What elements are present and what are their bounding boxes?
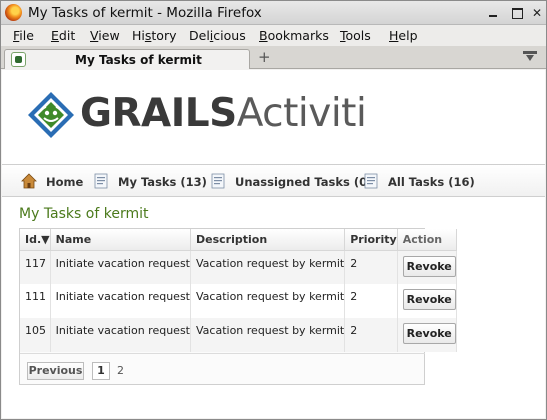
column-header-action: Action xyxy=(397,229,457,251)
table-header-row: Id.▼ Name Description Priority Action xyxy=(20,229,457,251)
tab-strip: My Tasks of kermit + xyxy=(1,47,546,69)
favicon-icon xyxy=(11,52,26,67)
tab-title: My Tasks of kermit xyxy=(75,53,202,67)
task-action-cell: Revoke xyxy=(397,318,457,352)
header-logo-area: GRAILSActiviti xyxy=(2,70,545,164)
task-description: Vacation request by kermit xyxy=(190,318,346,352)
task-id: 117 xyxy=(20,250,51,284)
column-header-name[interactable]: Name xyxy=(50,229,192,251)
minimize-icon[interactable] xyxy=(485,5,501,21)
new-tab-button[interactable]: + xyxy=(258,49,271,65)
task-description: Vacation request by kermit xyxy=(190,250,346,284)
task-action-cell: Revoke xyxy=(397,284,457,318)
page-title: My Tasks of kermit xyxy=(19,206,149,222)
tasks-table: Id.▼ Name Description Priority Action 11… xyxy=(20,229,457,352)
task-priority: 2 xyxy=(344,284,398,318)
column-header-id[interactable]: Id.▼ xyxy=(20,229,51,251)
menu-tools[interactable]: Tools xyxy=(340,28,371,43)
task-id: 111 xyxy=(20,284,51,318)
page-content: GRAILSActiviti Home My Tasks (13) Unassi… xyxy=(2,70,545,418)
column-header-priority[interactable]: Priority xyxy=(344,229,398,251)
task-name: Initiate vacation request xyxy=(50,284,192,318)
page-2-link[interactable]: 2 xyxy=(117,364,124,377)
tab-list-icon[interactable] xyxy=(523,51,537,63)
table-row: 117 Initiate vacation request Vacation r… xyxy=(20,250,457,284)
table-row: 105 Initiate vacation request Vacation r… xyxy=(20,318,457,352)
revoke-button[interactable]: Revoke xyxy=(402,323,456,344)
revoke-button[interactable]: Revoke xyxy=(402,289,456,310)
tasks-panel: Id.▼ Name Description Priority Action 11… xyxy=(19,228,457,385)
firefox-icon xyxy=(5,4,22,21)
task-id: 105 xyxy=(20,318,51,352)
menu-history[interactable]: History xyxy=(132,28,176,43)
task-action-cell: Revoke xyxy=(397,250,457,284)
menu-bookmarks[interactable]: Bookmarks xyxy=(259,28,329,43)
task-priority: 2 xyxy=(344,318,398,352)
menu-file[interactable]: File xyxy=(13,28,34,43)
browser-window: My Tasks of kermit - Mozilla Firefox ✕ F… xyxy=(0,0,547,420)
pagination: Previous 1 2 xyxy=(20,353,425,385)
revoke-button[interactable]: Revoke xyxy=(402,255,456,277)
app-logo-text: GRAILSActiviti xyxy=(80,91,367,136)
task-name: Initiate vacation request xyxy=(50,250,192,284)
previous-page-button[interactable]: Previous xyxy=(27,362,84,380)
menu-help[interactable]: Help xyxy=(389,28,418,43)
tab-my-tasks[interactable]: My Tasks of kermit xyxy=(4,49,250,69)
menu-bar: File Edit View History Delicious Bookmar… xyxy=(1,25,546,47)
maximize-icon[interactable] xyxy=(509,5,525,21)
task-list-icon xyxy=(364,173,378,189)
column-header-description[interactable]: Description xyxy=(190,229,346,251)
current-page-number: 1 xyxy=(92,362,110,380)
task-priority: 2 xyxy=(344,250,398,284)
task-name: Initiate vacation request xyxy=(50,318,192,352)
task-description: Vacation request by kermit xyxy=(190,284,346,318)
window-title: My Tasks of kermit - Mozilla Firefox xyxy=(28,5,262,21)
grails-logo-icon xyxy=(28,92,74,138)
table-row: 111 Initiate vacation request Vacation r… xyxy=(20,284,457,318)
task-list-icon xyxy=(211,173,225,189)
task-list-icon xyxy=(94,173,108,189)
menu-delicious[interactable]: Delicious xyxy=(189,28,246,43)
close-icon[interactable]: ✕ xyxy=(529,5,545,21)
menu-view[interactable]: View xyxy=(90,28,120,43)
main-nav: Home My Tasks (13) Unassigned Tasks (0) xyxy=(2,164,545,197)
menu-edit[interactable]: Edit xyxy=(51,28,75,43)
home-icon xyxy=(21,173,37,189)
title-bar: My Tasks of kermit - Mozilla Firefox ✕ xyxy=(1,1,546,25)
